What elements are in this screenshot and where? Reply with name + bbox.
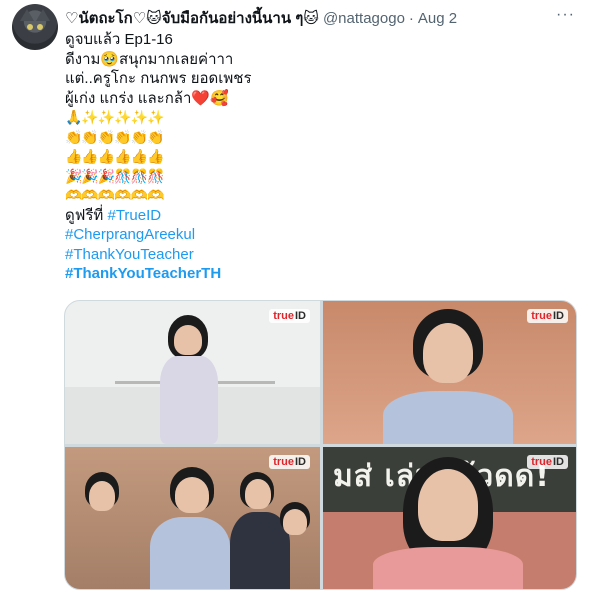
watch-line: ดูฟรีที่ #TrueID [65,206,575,226]
media-photo-4[interactable]: มส่ เล่นแล้วดด! trueID [323,447,576,589]
hashtag-trueid[interactable]: #TrueID [107,207,161,224]
separator-dot: · [408,9,414,27]
media-photo-2[interactable]: trueID [323,301,576,444]
avatar-cat-ear [36,9,50,21]
hashtag-cherprang[interactable]: #CherprangAreekul [65,225,575,245]
media-photo-1[interactable]: trueID [65,301,320,444]
avatar[interactable] [12,4,58,50]
media-photo-3[interactable]: trueID [65,447,320,589]
emoji-row: 👍👍👍👍👍👍 [65,148,165,164]
user-handle[interactable]: @nattagogo [323,10,405,27]
emoji-row: 👏👏👏👏👏👏 [65,128,165,145]
text-line: ผู้เก่ง แกร่ง และกล้า❤️🥰 [65,89,229,107]
tweet-date[interactable]: Aug 2 [418,10,457,27]
emoji-row: 🎉🎉🎉🎊🎊🎊 [65,167,165,184]
emoji-row: 🫶🫶🫶🫶🫶🫶 [65,187,165,203]
trueid-logo: trueID [269,309,310,323]
hashtag-thankyouteacher[interactable]: #ThankYouTeacher [65,245,575,265]
watch-text: ดูฟรีที่ [65,206,108,224]
text-line: ดูจบแล้ว Ep1-16 [65,31,173,48]
avatar-cat-ear [20,9,34,21]
display-name[interactable]: ♡นัตถะโก♡🐱จับมือกันอย่างนี้นาน ๆ🐱 [65,6,319,30]
text-line: แต่..ครูโกะ กนกพร ยอดเพชร [65,70,252,87]
emoji-row: 🙏✨✨✨✨✨ [65,109,165,125]
hashtag-thankyouteacher-th[interactable]: #ThankYouTeacherTH [65,264,575,284]
tweet-header: ♡นัตถะโก♡🐱จับมือกันอย่างนี้นาน ๆ🐱 @natta… [65,8,457,28]
avatar-cat-eye [27,24,33,30]
trueid-logo: trueID [527,309,568,323]
tweet-text: ดูจบแล้ว Ep1-16 ดีงาม🥹สนุกมากเลยค่าาา แต… [65,30,575,284]
avatar-cat-eye [37,24,43,30]
text-line: ดีงาม🥹สนุกมากเลยค่าาา [65,50,234,68]
media-grid: trueID trueID trueID มส่ เล่นแล้วดด! [64,300,577,590]
tweet[interactable]: ♡นัตถะโก♡🐱จับมือกันอย่างนี้นาน ๆ🐱 @natta… [0,0,589,595]
trueid-logo: trueID [527,455,568,469]
trueid-logo: trueID [269,455,310,469]
more-options-icon[interactable]: ··· [556,6,575,24]
